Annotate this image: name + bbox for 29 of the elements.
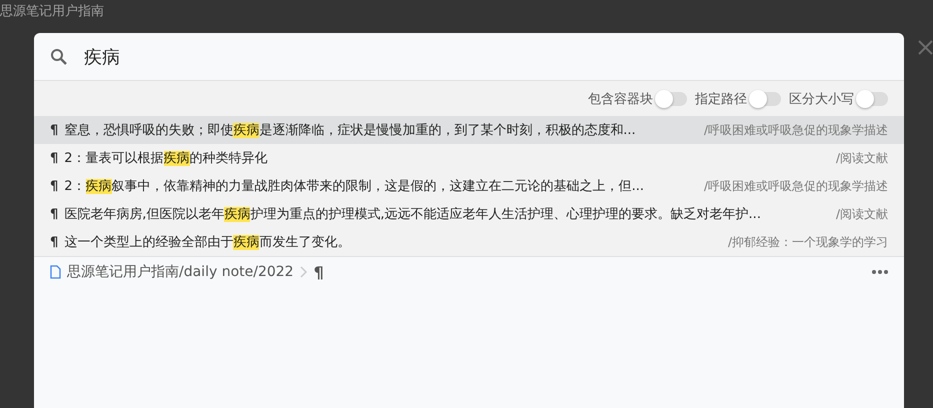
paragraph-icon: ¶ [50, 122, 58, 138]
search-icon [50, 48, 68, 66]
paragraph-icon: ¶ [50, 150, 58, 166]
result-text: 窒息，恐惧呼吸的失败；即使疾病是逐渐降临，症状是慢慢加重的，到了某个时刻，积极的态度和... [64, 122, 637, 139]
close-icon[interactable] [918, 40, 933, 55]
result-path: /阅读文献 [836, 150, 888, 166]
search-field[interactable]: 疾病 [84, 46, 384, 67]
toggle-switch[interactable] [751, 92, 781, 106]
paragraph-icon: ¶ [50, 206, 58, 222]
more-icon[interactable] [872, 270, 888, 274]
breadcrumb-path[interactable]: 思源笔记用户指南/daily note/2022 [67, 263, 294, 281]
window-title: 思源笔记用户指南 [0, 3, 104, 20]
result-text: 医院老年病房,但医院以老年疾病护理为重点的护理模式,远远不能适应老年人生活护理、心理护理的要求。缺乏对老年护... [64, 206, 762, 223]
result-path: /阅读文献 [836, 206, 888, 222]
result-path: /呼吸困难或呼吸急促的现象学描述 [704, 178, 888, 194]
option-label: 包含容器块 [588, 90, 653, 108]
breadcrumb-block[interactable]: ¶ [314, 262, 324, 282]
toggle-switch[interactable] [657, 92, 687, 106]
document-icon [50, 265, 61, 279]
option-label: 区分大小写 [789, 90, 854, 108]
chevron-icon [300, 266, 308, 278]
result-path: /抑郁经验：一个现象学的学习 [728, 234, 888, 250]
option-label: 指定路径 [695, 90, 747, 108]
result-path: /呼吸困难或呼吸急促的现象学描述 [704, 122, 888, 138]
result-row[interactable]: ¶ 窒息，恐惧呼吸的失败；即使疾病是逐渐降临，症状是慢慢加重的，到了某个时刻，积极的态度和... /呼吸困难或呼吸急促的现象学描述 [34, 116, 904, 144]
result-text: 这一个类型上的经验全部由于疾病而发生了变化。 [64, 234, 352, 251]
paragraph-icon: ¶ [50, 178, 58, 194]
toggle-switch[interactable] [858, 92, 888, 106]
paragraph-icon: ¶ [50, 234, 58, 250]
